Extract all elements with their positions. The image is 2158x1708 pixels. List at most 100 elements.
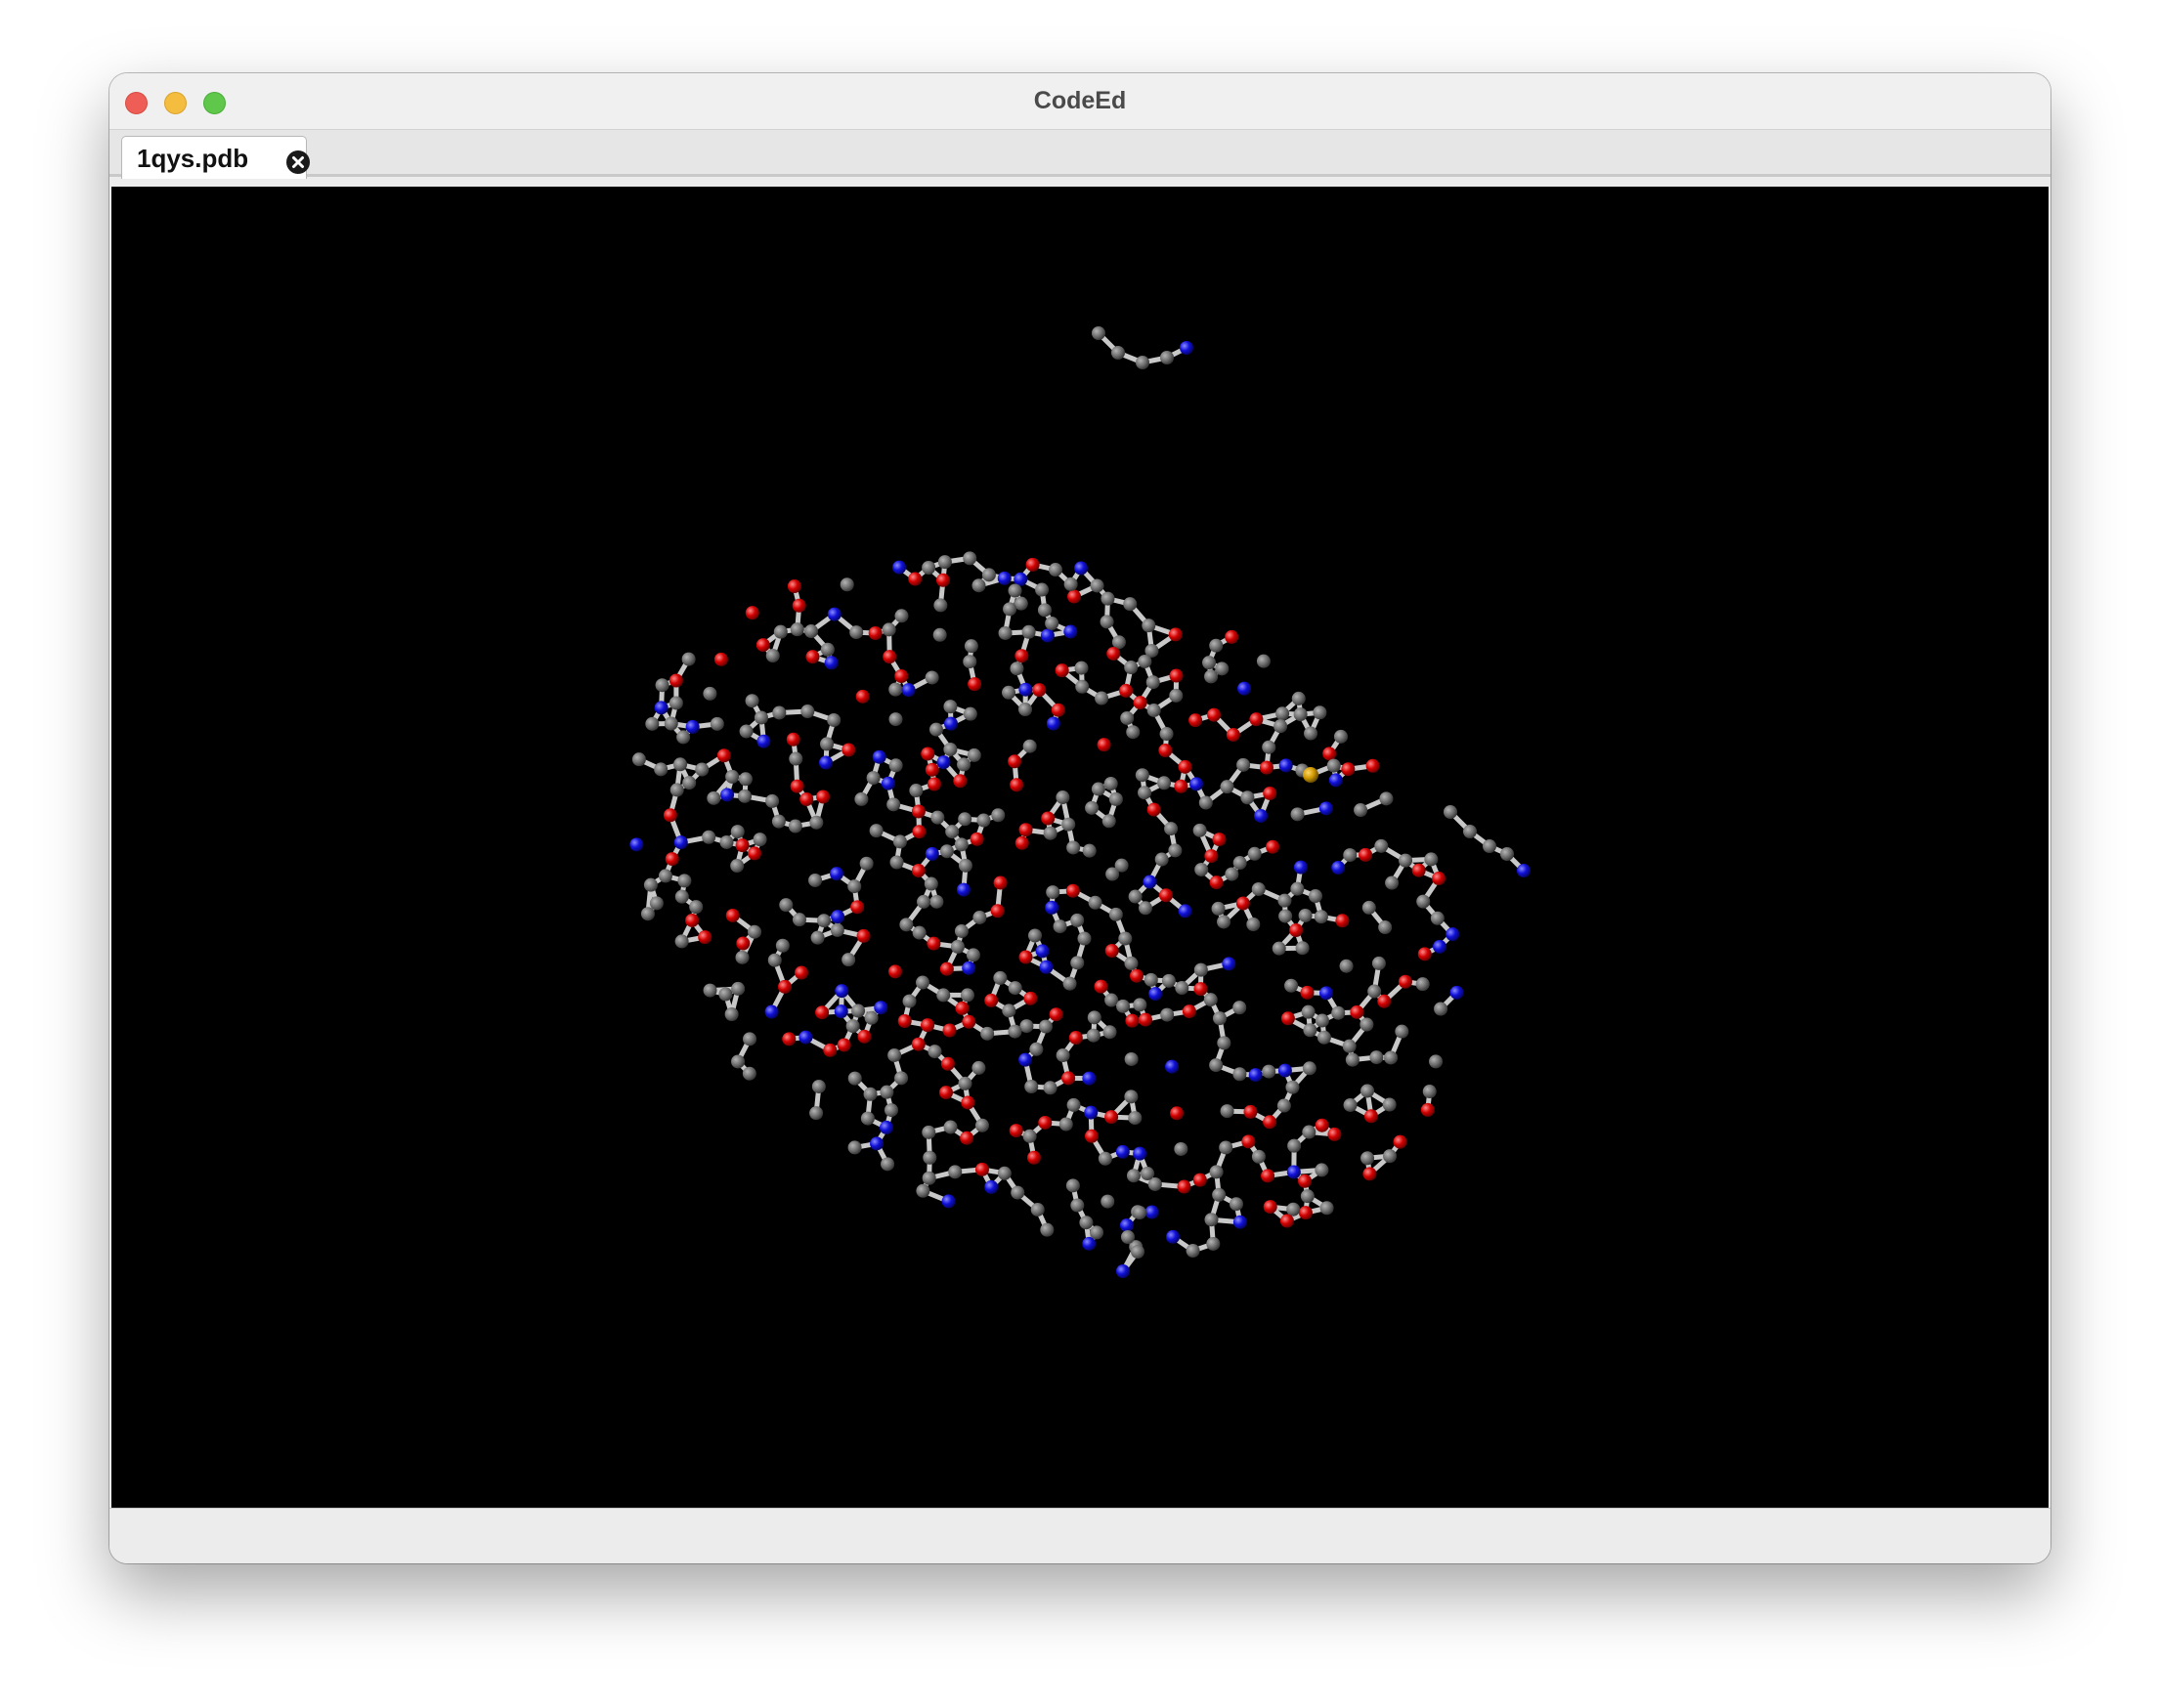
oxygen-atom: [850, 900, 865, 915]
carbon-atom: [1101, 814, 1116, 829]
carbon-atom: [912, 925, 927, 940]
carbon-atom: [1339, 959, 1354, 973]
carbon-atom: [1246, 918, 1261, 932]
carbon-atom: [854, 791, 869, 806]
carbon-atom: [1070, 913, 1085, 927]
carbon-atom: [1160, 1007, 1175, 1022]
carbon-atom: [1021, 624, 1036, 639]
carbon-atom: [1315, 1163, 1329, 1177]
nitrogen-atom: [1318, 801, 1333, 816]
carbon-atom: [1126, 725, 1141, 740]
oxygen-atom: [911, 804, 926, 819]
carbon-atom: [1142, 619, 1156, 633]
carbon-atom: [1399, 853, 1413, 868]
carbon-atom: [958, 858, 972, 873]
carbon-atom: [967, 747, 981, 762]
oxygen-atom: [685, 913, 700, 927]
carbon-atom: [753, 833, 767, 847]
carbon-atom: [1011, 1185, 1025, 1200]
oxygen-atom: [1241, 1134, 1256, 1149]
carbon-atom: [1354, 803, 1368, 818]
carbon-atom: [1369, 1050, 1384, 1065]
carbon-atom: [1272, 941, 1286, 956]
oxygen-atom: [868, 625, 883, 640]
carbon-atom: [928, 1045, 942, 1059]
carbon-atom: [735, 950, 750, 964]
carbon-atom: [981, 568, 996, 582]
oxygen-atom: [698, 930, 712, 945]
carbon-atom: [886, 797, 901, 812]
carbon-atom: [1118, 931, 1133, 946]
oxygen-atom: [665, 852, 679, 867]
oxygen-atom: [1209, 875, 1224, 890]
oxygen-atom: [1420, 1102, 1435, 1117]
oxygen-atom: [1322, 747, 1337, 761]
nitrogen-atom: [798, 1030, 813, 1045]
carbon-atom: [1232, 1067, 1247, 1082]
carbon-atom: [1086, 1028, 1101, 1043]
oxygen-atom: [1178, 759, 1192, 774]
carbon-atom: [943, 700, 958, 714]
carbon-atom: [738, 772, 753, 787]
carbon-atom: [1160, 351, 1174, 364]
carbon-atom: [866, 771, 881, 786]
nitrogen-atom: [1166, 1229, 1181, 1244]
nitrogen-atom: [872, 749, 886, 764]
nitrogen-atom: [835, 984, 849, 999]
carbon-atom: [1342, 1039, 1357, 1053]
carbon-atom: [1037, 603, 1052, 618]
title-bar[interactable]: CodeEd: [109, 73, 2050, 130]
oxygen-atom: [1125, 1013, 1140, 1028]
oxygen-atom: [887, 964, 902, 979]
carbon-atom: [676, 730, 691, 745]
carbon-atom: [1367, 984, 1382, 999]
oxygen-atom: [1363, 1109, 1378, 1124]
carbon-atom: [957, 757, 971, 772]
carbon-atom: [669, 783, 684, 797]
carbon-atom: [964, 639, 978, 654]
nitrogen-atom: [1116, 1264, 1130, 1278]
nitrogen-atom: [1082, 1236, 1097, 1251]
oxygen-atom: [735, 838, 750, 853]
carbon-atom: [1203, 993, 1218, 1007]
carbon-atom: [1126, 1169, 1141, 1183]
oxygen-atom: [856, 928, 871, 943]
carbon-atom: [1463, 825, 1477, 838]
carbon-atom: [669, 696, 683, 710]
carbon-atom: [945, 825, 960, 839]
nitrogen-atom: [1115, 1144, 1130, 1159]
carbon-atom: [1379, 791, 1394, 806]
oxygen-atom: [816, 790, 831, 804]
carbon-atom: [1298, 908, 1313, 922]
close-circle-icon[interactable]: [285, 149, 311, 175]
nitrogen-atom: [1293, 860, 1308, 875]
carbon-atom: [1008, 583, 1022, 598]
carbon-atom: [1161, 973, 1176, 988]
nitrogen-atom: [756, 734, 771, 748]
carbon-atom: [1045, 616, 1059, 630]
oxygen-atom: [1146, 802, 1161, 817]
carbon-atom: [1430, 911, 1445, 925]
oxygen-atom: [1263, 786, 1277, 800]
carbon-atom: [899, 918, 914, 932]
carbon-atom: [1043, 826, 1057, 840]
sulfur-atom: [1303, 767, 1318, 783]
carbon-atom: [1133, 998, 1147, 1012]
nitrogen-atom: [1018, 682, 1033, 697]
carbon-atom: [1124, 660, 1139, 674]
carbon-atom: [1316, 1030, 1331, 1045]
tab-1qys-pdb[interactable]: 1qys.pdb: [121, 136, 310, 179]
carbon-atom: [790, 622, 804, 637]
carbon-atom: [808, 873, 823, 887]
carbon-atom: [743, 1032, 757, 1046]
tab-bar: 1qys.pdb: [109, 130, 2050, 179]
carbon-atom: [1146, 703, 1161, 717]
oxygen-atom: [1169, 668, 1184, 683]
carbon-atom: [1315, 1013, 1329, 1028]
carbon-atom: [932, 627, 947, 642]
carbon-atom: [1017, 702, 1032, 716]
oxygen-atom: [912, 825, 927, 839]
carbon-atom: [1382, 1097, 1397, 1112]
carbon-atom: [1343, 848, 1358, 863]
molecule-viewport[interactable]: [111, 187, 2049, 1508]
